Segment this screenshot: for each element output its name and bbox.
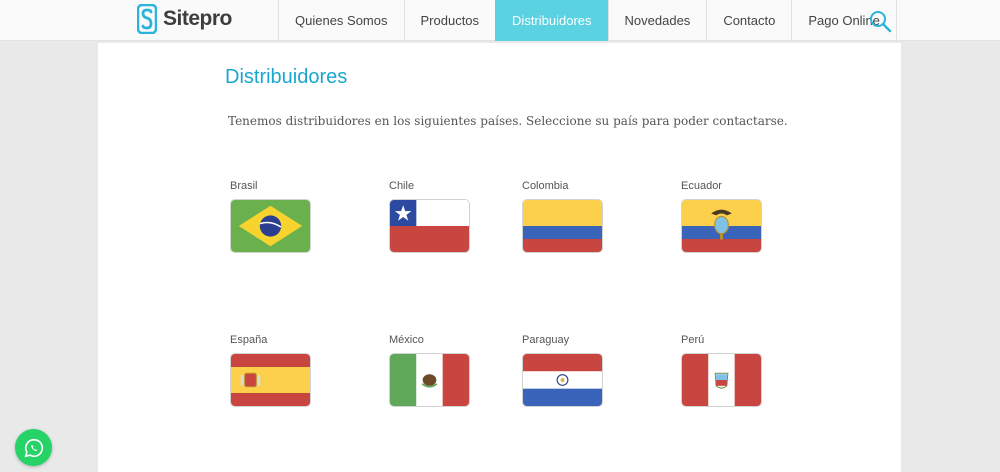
country-name[interactable]: Ecuador <box>681 180 801 192</box>
country-name[interactable]: España <box>230 334 350 346</box>
site-logo[interactable]: Sitepro <box>137 3 232 35</box>
country-chile[interactable]: Chile <box>389 180 509 253</box>
page-title: Distribuidores <box>225 66 348 88</box>
whatsapp-button[interactable] <box>15 429 52 466</box>
mexico-flag-icon[interactable] <box>389 353 470 407</box>
country-name[interactable]: Brasil <box>230 180 350 192</box>
country-name[interactable]: México <box>389 334 509 346</box>
paraguay-flag-icon[interactable] <box>522 353 603 407</box>
nav-item-novedades[interactable]: Novedades <box>607 0 707 41</box>
ecuador-flag-icon[interactable] <box>681 199 762 253</box>
country-name[interactable]: Perú <box>681 334 801 346</box>
country-name[interactable]: Chile <box>389 180 509 192</box>
country-paraguay[interactable]: Paraguay <box>522 334 642 407</box>
brand-name: Sitepro <box>163 7 232 30</box>
country-mexico[interactable]: México <box>389 334 509 407</box>
whatsapp-icon <box>24 438 43 457</box>
chile-flag-icon[interactable] <box>389 199 470 253</box>
spain-flag-icon[interactable] <box>230 353 311 407</box>
brazil-flag-icon[interactable] <box>230 199 311 253</box>
nav-item-distribuidores[interactable]: Distribuidores <box>495 0 608 41</box>
colombia-flag-icon[interactable] <box>522 199 603 253</box>
main-nav: Quienes Somos Productos Distribuidores N… <box>278 0 897 41</box>
main-content: Distribuidores Tenemos distribuidores en… <box>98 43 901 472</box>
country-ecuador[interactable]: Ecuador <box>681 180 801 253</box>
country-peru[interactable]: Perú <box>681 334 801 407</box>
country-brasil[interactable]: Brasil <box>230 180 350 253</box>
nav-item-contacto[interactable]: Contacto <box>706 0 791 41</box>
nav-item-productos[interactable]: Productos <box>403 0 496 41</box>
country-name[interactable]: Paraguay <box>522 334 642 346</box>
peru-flag-icon[interactable] <box>681 353 762 407</box>
country-espana[interactable]: España <box>230 334 350 407</box>
site-header: Sitepro Quienes Somos Productos Distribu… <box>0 0 1000 41</box>
nav-item-quienes-somos[interactable]: Quienes Somos <box>278 0 404 41</box>
page-intro: Tenemos distribuidores en los siguientes… <box>228 114 788 128</box>
search-button[interactable] <box>868 9 892 33</box>
search-icon <box>870 11 892 33</box>
sitepro-logo-icon <box>137 4 157 34</box>
country-name[interactable]: Colombia <box>522 180 642 192</box>
country-colombia[interactable]: Colombia <box>522 180 642 253</box>
